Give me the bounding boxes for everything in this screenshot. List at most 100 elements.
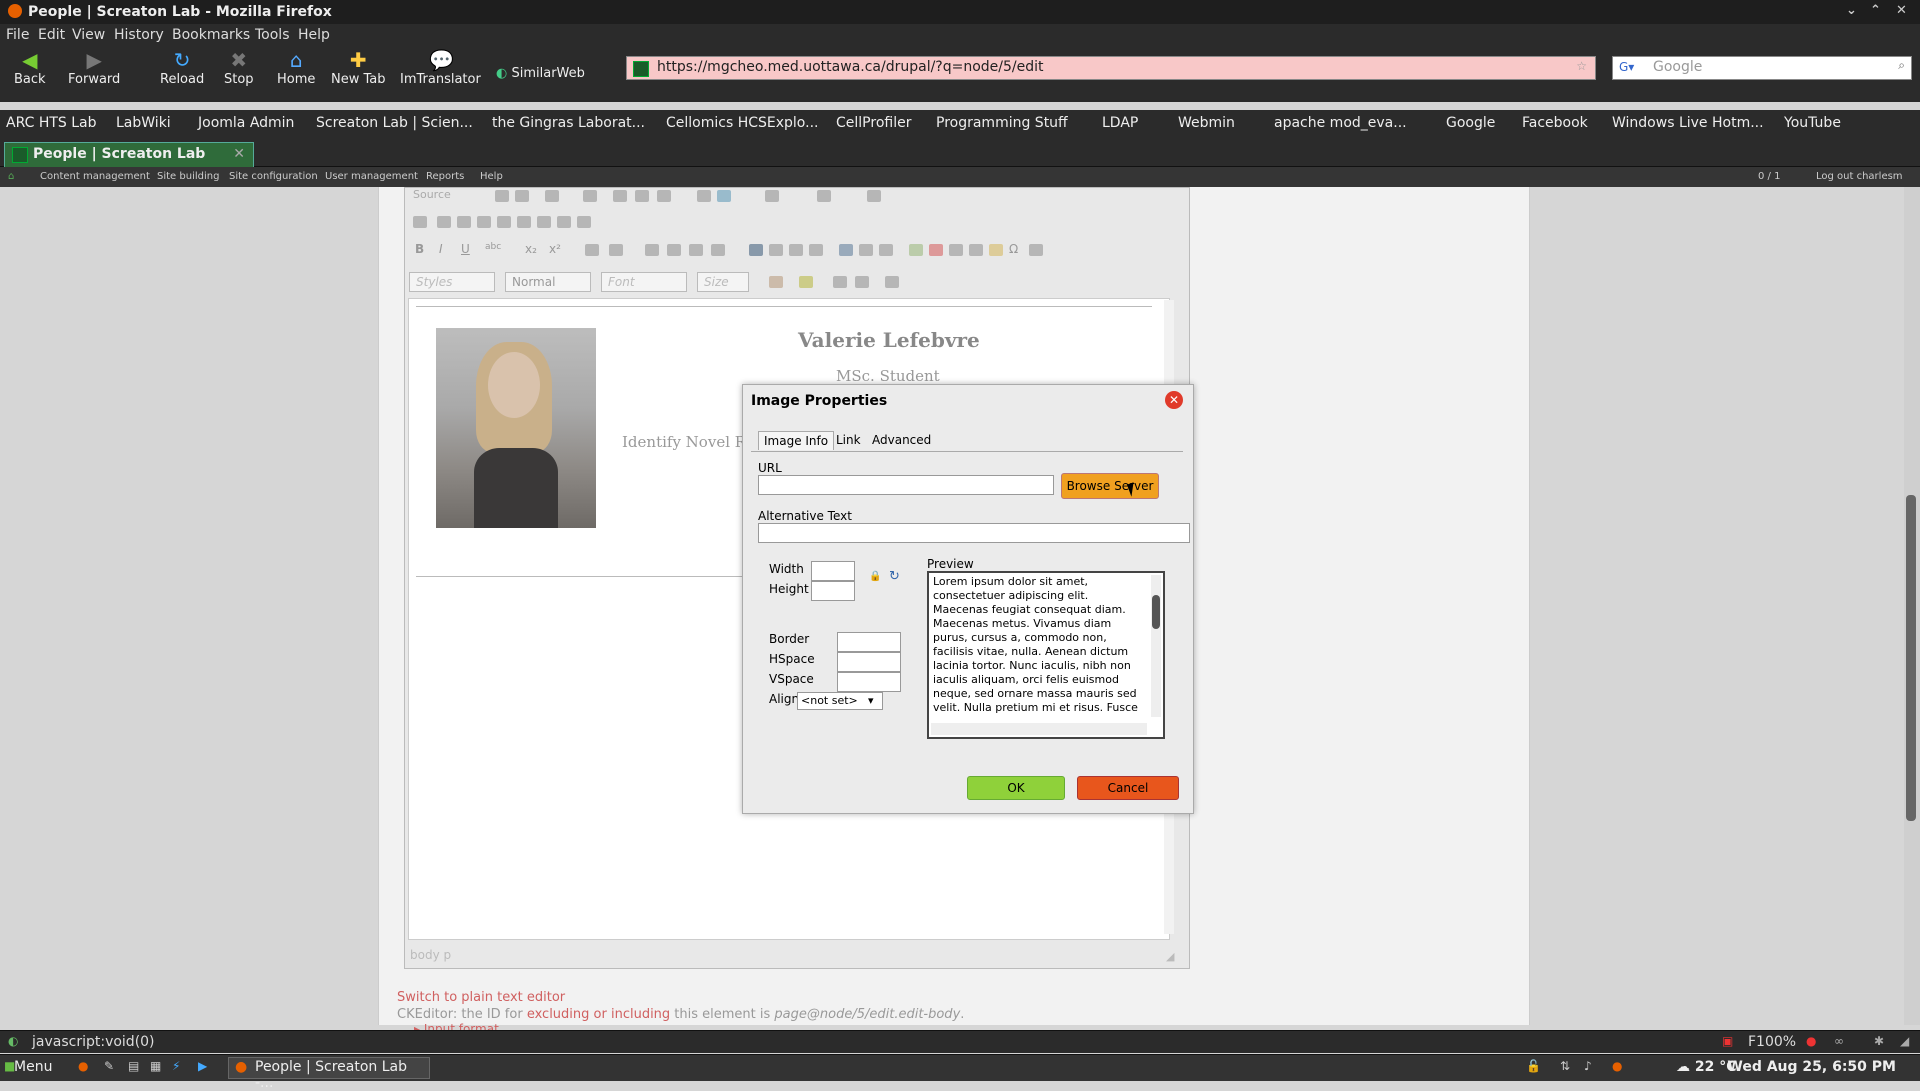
new-tab-button[interactable]: ✚ New Tab [331, 50, 386, 87]
admin-menu-item[interactable]: Reports [426, 171, 464, 182]
styles-combo[interactable]: Styles [409, 272, 495, 292]
browse-server-button[interactable]: Browse Server [1061, 473, 1159, 499]
logout-link[interactable]: Log out charlesm [1816, 171, 1903, 182]
tab-image-info[interactable]: Image Info [758, 431, 835, 450]
lock-icon[interactable]: 🔓 [1526, 1059, 1541, 1073]
about-icon[interactable] [885, 276, 899, 288]
bookmark-item[interactable]: the Gingras Laborat... [492, 115, 645, 131]
vspace-field[interactable] [837, 672, 901, 692]
text-color-icon[interactable] [769, 276, 783, 288]
close-icon[interactable]: ✕ [1896, 3, 1907, 18]
align-center-icon[interactable] [769, 244, 783, 256]
menu-history[interactable]: History [114, 27, 164, 43]
align-select[interactable]: <not set> ▾ [797, 692, 883, 710]
similarweb-button[interactable]: ◐ SimilarWeb [496, 66, 585, 81]
align-left-icon[interactable] [749, 244, 763, 256]
bookmark-item[interactable]: LDAP [1102, 115, 1138, 131]
smiley-icon[interactable] [989, 244, 1003, 256]
editor-launcher-icon[interactable]: ✎ [104, 1059, 114, 1073]
anchor-icon[interactable] [879, 244, 893, 256]
checkbox-icon[interactable] [437, 216, 451, 228]
bookmark-item[interactable]: Programming Stuff [936, 115, 1068, 131]
dialog-close-icon[interactable]: ✕ [1165, 391, 1183, 409]
menu-file[interactable]: File [6, 27, 29, 43]
flash-icon[interactable] [929, 244, 943, 256]
toolbar-icon[interactable] [495, 190, 509, 202]
bookmark-star-icon[interactable]: ☆ [1576, 59, 1587, 73]
url-field[interactable] [758, 475, 1054, 495]
stop-button[interactable]: ✖ Stop [224, 50, 254, 87]
hiddenfield-icon[interactable] [577, 216, 591, 228]
tab-link[interactable]: Link [831, 431, 866, 449]
ok-button[interactable]: OK [967, 776, 1065, 800]
radio-icon[interactable] [457, 216, 471, 228]
table-icon[interactable] [949, 244, 963, 256]
toolbar-icon[interactable] [697, 190, 711, 202]
toolbar-icon[interactable] [613, 190, 627, 202]
tab-people[interactable]: People | Screaton Lab ✕ [4, 142, 254, 168]
bookmark-item[interactable]: CellProfiler [836, 115, 911, 131]
bookmark-item[interactable]: ARC HTS Lab [6, 115, 97, 131]
superscript-icon[interactable]: x² [549, 242, 561, 256]
subscript-icon[interactable]: x₂ [525, 242, 537, 256]
taskbar-window-firefox[interactable]: ● People | Screaton Lab -... [228, 1057, 430, 1091]
menu-button[interactable]: Menu [14, 1059, 52, 1075]
toolbar-icon[interactable] [867, 190, 881, 202]
preview-vertical-scrollbar[interactable] [1151, 575, 1161, 717]
glasses-icon[interactable]: ∞ [1834, 1034, 1844, 1048]
height-field[interactable] [811, 581, 855, 601]
textfield-icon[interactable] [477, 216, 491, 228]
admin-menu-item[interactable]: Site configuration [229, 171, 318, 182]
google-search-engine-icon[interactable]: G▾ [1619, 60, 1634, 74]
numbered-list-icon[interactable] [585, 244, 599, 256]
search-icon[interactable]: ⌕ [1898, 58, 1905, 73]
excluding-link[interactable]: excluding or including [527, 1007, 670, 1022]
media-launcher-icon[interactable]: ▶ [198, 1059, 207, 1073]
firefox-launcher-icon[interactable]: ● [78, 1059, 88, 1073]
button-icon[interactable] [537, 216, 551, 228]
bookmark-item[interactable]: Screaton Lab | Scien... [316, 115, 473, 131]
toolbar-icon[interactable] [635, 190, 649, 202]
addon-icon[interactable]: ▣ [1722, 1034, 1733, 1048]
textarea-icon[interactable] [497, 216, 511, 228]
justify-icon[interactable] [809, 244, 823, 256]
maximize-icon[interactable] [833, 276, 847, 288]
select-icon[interactable] [517, 216, 531, 228]
font-combo[interactable]: Font [601, 272, 687, 292]
cancel-button[interactable]: Cancel [1077, 776, 1179, 800]
image-icon[interactable] [909, 244, 923, 256]
width-field[interactable] [811, 561, 855, 581]
bookmark-item[interactable]: YouTube [1784, 115, 1841, 131]
admin-menu-item[interactable]: User management [325, 171, 418, 182]
bookmark-item[interactable]: Google [1446, 115, 1495, 131]
background-color-icon[interactable] [799, 276, 813, 288]
menu-tools[interactable]: Tools [255, 27, 290, 43]
horizontal-rule-icon[interactable] [969, 244, 983, 256]
imtranslator-button[interactable]: 💬 ImTranslator [400, 50, 481, 87]
network-icon[interactable]: ⇅ [1560, 1059, 1570, 1073]
format-combo[interactable]: Normal [505, 272, 591, 292]
switch-editor-link[interactable]: Switch to plain text editor [397, 990, 565, 1005]
hspace-field[interactable] [837, 652, 901, 672]
div-icon[interactable] [711, 244, 725, 256]
bookmark-item[interactable]: apache mod_eva... [1274, 115, 1407, 131]
indent-icon[interactable] [667, 244, 681, 256]
toolbar-icon[interactable] [817, 190, 831, 202]
admin-menu-item[interactable]: Help [480, 171, 503, 182]
strikethrough-icon[interactable]: abc [485, 242, 501, 252]
toolbar-icon[interactable] [765, 190, 779, 202]
menu-bookmarks[interactable]: Bookmarks [172, 27, 250, 43]
bookmark-item[interactable]: Webmin [1178, 115, 1235, 131]
bookmark-item[interactable]: Cellomics HCSExplo... [666, 115, 818, 131]
blockquote-icon[interactable] [689, 244, 703, 256]
back-button[interactable]: ◀ Back [14, 50, 46, 87]
adblock-icon[interactable]: ● [1806, 1034, 1816, 1048]
zoom-level[interactable]: F100% [1748, 1034, 1796, 1050]
align-right-icon[interactable] [789, 244, 803, 256]
special-char-icon[interactable]: Ω [1009, 242, 1018, 256]
home-button[interactable]: ⌂ Home [277, 50, 315, 87]
bold-icon[interactable]: B [415, 242, 424, 256]
italic-icon[interactable]: I [439, 242, 443, 256]
alt-text-field[interactable] [758, 523, 1190, 543]
form-icon[interactable] [413, 216, 427, 228]
